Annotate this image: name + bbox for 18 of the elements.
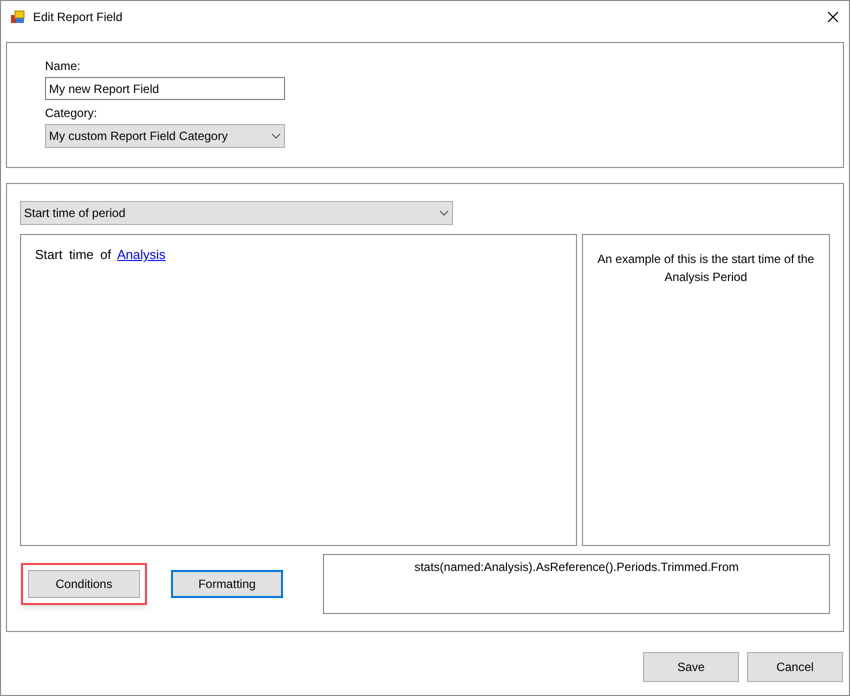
close-icon[interactable] [827,11,839,23]
dialog-button[interactable]: Save [643,652,739,682]
name-field[interactable]: My new Report Field [45,77,285,100]
dialog-button[interactable]: Cancel [747,652,843,682]
category-dropdown[interactable]: My custom Report Field Category [45,124,285,148]
dialog-button[interactable]: Conditions [28,570,140,598]
dialog-button[interactable]: Formatting [171,570,283,598]
app-icon [11,10,25,24]
period-dropdown[interactable]: Start time of period [20,201,453,225]
example-text: An example of this is the start time of the Analysis Period [597,252,814,284]
chevron-icon [439,210,449,216]
field-label: Name: [45,58,82,75]
window-title: Edit Report Field [33,9,122,26]
description-text: Start time of [35,246,112,264]
expression-text: stats(named:Analysis).AsReference().Periods.Trimmed.From [414,560,739,574]
chevron-icon [271,133,281,139]
field-label: Category: [45,105,98,122]
analysis-link[interactable]: Analysis [117,245,166,264]
